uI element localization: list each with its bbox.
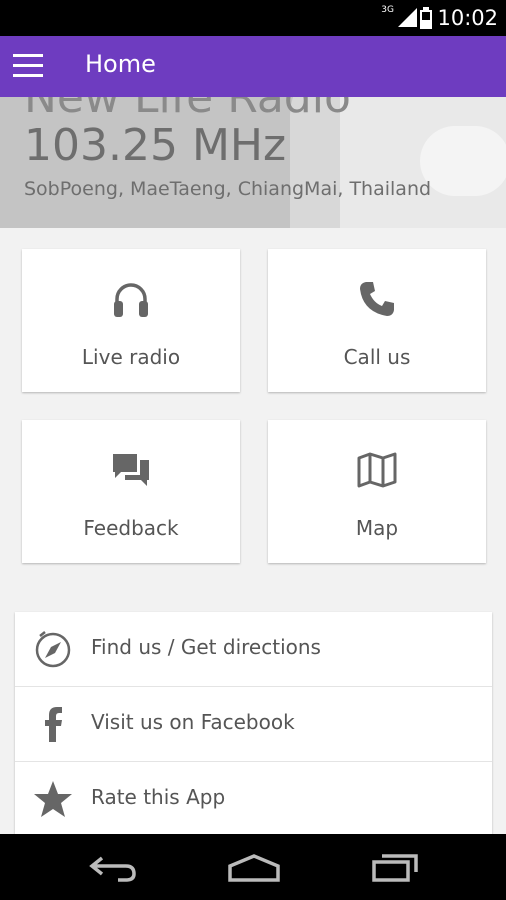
- compass-icon: [35, 631, 71, 668]
- clock: 10:02: [437, 6, 498, 30]
- home-icon[interactable]: [226, 852, 282, 884]
- list-item-find-us[interactable]: Find us / Get directions: [15, 612, 492, 687]
- network-type: 3G: [381, 5, 394, 15]
- tile-label: Call us: [343, 345, 411, 369]
- list-item-label: Find us / Get directions: [91, 635, 321, 659]
- navigation-bar: [0, 834, 506, 900]
- link-list: Find us / Get directions Visit us on Fac…: [15, 612, 492, 836]
- facebook-icon: [45, 707, 62, 742]
- list-item-label: Visit us on Facebook: [91, 710, 295, 734]
- chat-bubbles-icon: [113, 454, 149, 486]
- live-radio-tile[interactable]: Live radio: [22, 249, 240, 392]
- status-bar: 3G 10:02: [0, 0, 506, 36]
- tile-label: Live radio: [81, 345, 181, 369]
- phone-icon: [360, 282, 394, 316]
- list-item-rate-app[interactable]: Rate this App: [15, 762, 492, 836]
- list-item-facebook[interactable]: Visit us on Facebook: [15, 687, 492, 762]
- battery-icon: [420, 7, 432, 29]
- recent-apps-icon[interactable]: [370, 852, 420, 884]
- folded-map-icon: [357, 452, 397, 488]
- page-title: Home: [85, 50, 156, 78]
- signal-icon: [398, 8, 417, 27]
- hamburger-menu-icon[interactable]: [13, 54, 43, 78]
- tile-label: Map: [355, 516, 399, 540]
- star-icon: [34, 781, 72, 817]
- call-us-tile[interactable]: Call us: [268, 249, 486, 392]
- back-icon[interactable]: [88, 852, 138, 884]
- station-location: SobPoeng, MaeTaeng, ChiangMai, Thailand: [24, 178, 432, 200]
- hero-photo-shape: [420, 126, 506, 196]
- tile-label: Feedback: [83, 516, 179, 540]
- map-tile[interactable]: Map: [268, 420, 486, 563]
- list-item-label: Rate this App: [91, 785, 226, 809]
- app-bar: Home: [0, 36, 506, 97]
- headphones-icon: [114, 283, 148, 317]
- feedback-tile[interactable]: Feedback: [22, 420, 240, 563]
- station-frequency: 103.25 MHz: [24, 120, 287, 171]
